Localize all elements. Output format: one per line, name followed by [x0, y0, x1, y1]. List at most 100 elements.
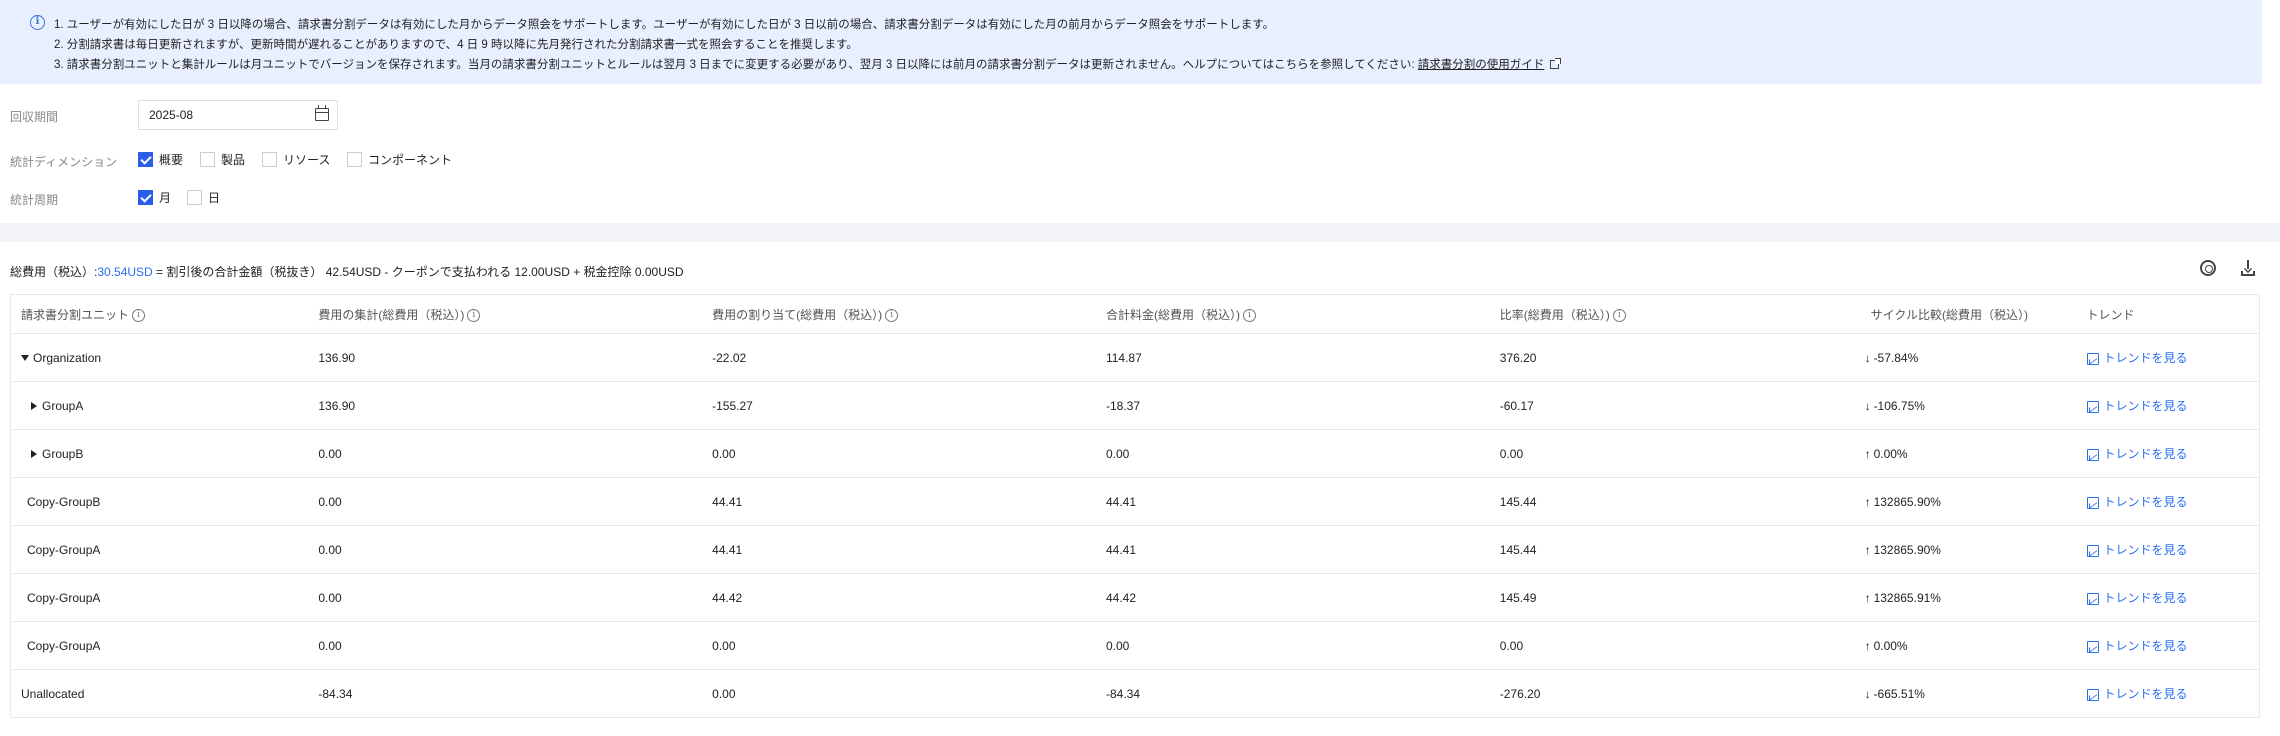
aggregate-cell: 0.00 — [318, 621, 713, 670]
external-link-icon — [1550, 58, 1562, 69]
download-icon[interactable] — [2240, 260, 2256, 276]
summary-total: 30.54USD — [97, 265, 153, 279]
notice-line-3: 3. 請求書分割ユニットと集計ルールは月ユニットでバージョンを保存されます。当月… — [54, 56, 1562, 72]
result-panel: 総費用（税込）:30.54USD = 割引後の合計金額（税抜き） 42.54US… — [0, 242, 2280, 736]
info-circle-icon[interactable]: i — [885, 308, 899, 322]
total-cell: 0.00 — [1105, 621, 1500, 670]
ratio-cell: 0.00 — [1499, 429, 1865, 478]
allocation-cell: -22.02 — [712, 333, 1106, 382]
allocation-cell: -155.27 — [712, 381, 1106, 430]
view-trend-link[interactable]: トレンドを見る — [2086, 399, 2188, 413]
cycle-compare-cell: ↑ 132865.91% — [1864, 573, 2087, 622]
aggregate-cell: 0.00 — [318, 429, 713, 478]
notice-line-2: 2. 分割請求書は毎日更新されますが、更新時間が遅れることがありますので、4 日… — [54, 39, 858, 51]
total-cell: 44.42 — [1105, 573, 1500, 622]
info-circle-icon[interactable]: i — [1612, 308, 1626, 322]
aggregate-cell: 0.00 — [318, 477, 713, 526]
table-row: GroupA 136.90 -155.27 -18.37 -60.17 ↓ -10… — [10, 381, 2260, 430]
cycle-compare-cell: ↑ 0.00% — [1864, 621, 2087, 670]
arrow-down-icon: ↓ — [1864, 686, 1871, 701]
unit-cell[interactable]: Copy-GroupB — [10, 477, 319, 526]
header-trend: トレンド — [2086, 294, 2260, 334]
arrow-up-icon: ↑ — [1864, 494, 1871, 509]
checkbox-overview[interactable]: 概要 — [138, 151, 183, 168]
table-row: Copy-GroupB 0.00 44.41 44.41 145.44 ↑ 132… — [10, 477, 2260, 526]
trend-cell: トレンドを見る — [2086, 477, 2260, 526]
view-trend-link[interactable]: トレンドを見る — [2086, 639, 2188, 653]
total-cell: 44.41 — [1105, 477, 1500, 526]
checkbox-day[interactable]: 日 — [187, 189, 220, 206]
notice-line-1: 1. ユーザーが有効にした日が 3 日以降の場合、請求書分割データは有効にした月… — [54, 19, 1275, 31]
unit-cell[interactable]: Copy-GroupA — [10, 525, 319, 574]
checkbox-resource[interactable]: リソース — [262, 151, 330, 168]
calendar-icon[interactable] — [315, 105, 329, 121]
info-circle-icon[interactable]: i — [132, 308, 146, 322]
info-circle-icon[interactable]: i — [467, 308, 481, 322]
trend-chart-icon — [2086, 592, 2099, 605]
checkbox-day-label: 日 — [208, 191, 221, 205]
trend-cell: トレンドを見る — [2086, 333, 2260, 382]
view-trend-link[interactable]: トレンドを見る — [2086, 495, 2188, 509]
trend-chart-icon — [2086, 352, 2099, 365]
header-allocation: 費用の割り当て(総費用（税込）) i — [712, 294, 1106, 334]
arrow-up-icon: ↑ — [1864, 542, 1871, 557]
view-trend-link[interactable]: トレンドを見る — [2086, 351, 2188, 365]
collapse-icon[interactable] — [21, 355, 29, 362]
allocation-cell: 0.00 — [712, 429, 1106, 478]
unit-cell[interactable]: Copy-GroupA — [10, 621, 319, 670]
trend-chart-icon — [2086, 640, 2099, 653]
trend-cell: トレンドを見る — [2086, 429, 2260, 478]
view-trend-link[interactable]: トレンドを見る — [2086, 447, 2188, 461]
checkbox-component-label: コンポーネント — [368, 153, 453, 167]
unit-cell[interactable]: GroupA — [10, 381, 319, 430]
trend-chart-icon — [2086, 400, 2099, 413]
bill-split-table: 請求書分割ユニット i 費用の集計(総費用（税込）) i 費用の割り当て(総費用（税… — [10, 294, 2260, 718]
ratio-cell: 145.44 — [1499, 477, 1865, 526]
header-cycle-compare: サイクル比較(総費用（税込）) — [1864, 294, 2087, 334]
view-trend-link[interactable]: トレンドを見る — [2086, 543, 2188, 557]
trend-cell: トレンドを見る — [2086, 669, 2260, 718]
header-aggregate: 費用の集計(総費用（税込）) i — [318, 294, 713, 334]
expand-icon[interactable] — [31, 402, 37, 411]
cycle-compare-cell: ↓ -106.75% — [1864, 381, 2087, 430]
trend-chart-icon — [2086, 496, 2099, 509]
unit-cell[interactable]: Copy-GroupA — [10, 573, 319, 622]
table-row: Unallocated -84.34 0.00 -84.34 -276.20 ↓… — [10, 669, 2260, 718]
table-header-row: 請求書分割ユニット i 費用の集計(総費用（税込）) i 費用の割り当て(総費用（税… — [10, 294, 2260, 334]
view-trend-link[interactable]: トレンドを見る — [2086, 687, 2188, 701]
filter-panel: i 1. ユーザーが有効にした日が 3 日以降の場合、請求書分割データは有効にし… — [0, 0, 2280, 223]
ratio-cell: 0.00 — [1499, 621, 1865, 670]
total-summary: 総費用（税込）:30.54USD = 割引後の合計金額（税抜き） 42.54US… — [10, 263, 684, 280]
cycle-compare-cell: ↑ 0.00% — [1864, 429, 2087, 478]
ratio-cell: -276.20 — [1499, 669, 1865, 718]
table-row: Copy-GroupA 0.00 44.41 44.41 145.44 ↑ 132… — [10, 525, 2260, 574]
checkbox-product[interactable]: 製品 — [200, 151, 245, 168]
total-cell: -84.34 — [1105, 669, 1500, 718]
cycle-label: 統計周期 — [10, 193, 59, 207]
gear-icon[interactable] — [2197, 257, 2219, 279]
arrow-down-icon: ↓ — [1864, 398, 1871, 413]
period-value: 2025-08 — [149, 108, 194, 122]
guide-link[interactable]: 請求書分割の使用ガイド — [1418, 59, 1545, 71]
header-total: 合計料金(総費用（税込）) i — [1105, 294, 1500, 334]
view-trend-link[interactable]: トレンドを見る — [2086, 591, 2188, 605]
total-cell: -18.37 — [1105, 381, 1500, 430]
info-circle-icon[interactable]: i — [1242, 308, 1256, 322]
trend-chart-icon — [2086, 544, 2099, 557]
checkbox-month[interactable]: 月 — [138, 189, 171, 206]
table-row: Organization 136.90 -22.02 114.87 376.20… — [10, 333, 2260, 382]
checkbox-component[interactable]: コンポーネント — [347, 151, 452, 168]
trend-cell: トレンドを見る — [2086, 621, 2260, 670]
total-cell: 0.00 — [1105, 429, 1500, 478]
period-date-picker[interactable]: 2025-08 — [138, 100, 338, 130]
table-row: Copy-GroupA 0.00 0.00 0.00 0.00 ↑ 0.00% ト… — [10, 621, 2260, 670]
trend-cell: トレンドを見る — [2086, 573, 2260, 622]
unit-cell[interactable]: GroupB — [10, 429, 319, 478]
table-row: Copy-GroupA 0.00 44.42 44.42 145.49 ↑ 132… — [10, 573, 2260, 622]
unit-cell[interactable]: Organization — [10, 333, 319, 382]
info-icon: i — [30, 15, 45, 30]
expand-icon[interactable] — [31, 450, 37, 459]
allocation-cell: 0.00 — [712, 621, 1106, 670]
header-ratio: 比率(総費用（税込）) i — [1499, 294, 1865, 334]
unit-cell[interactable]: Unallocated — [10, 669, 319, 718]
